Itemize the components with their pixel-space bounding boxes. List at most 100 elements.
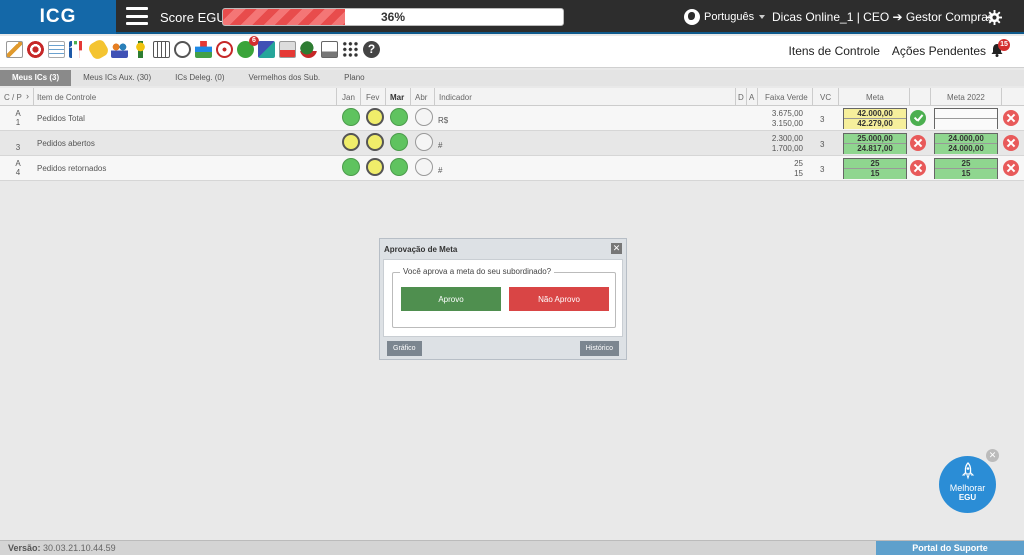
cp-top — [14, 134, 22, 143]
header-abr[interactable]: Abr — [415, 93, 427, 102]
help-icon[interactable]: ? — [363, 41, 380, 58]
history-button[interactable]: Histórico — [579, 341, 619, 356]
header-faixa[interactable]: Faixa Verde — [765, 93, 808, 102]
tab-meus-ics[interactable]: Meus ICs (3) — [0, 70, 72, 86]
header-vc[interactable]: VC — [820, 93, 831, 102]
meta-box[interactable]: 42.000,00 42.279,00 — [843, 108, 907, 129]
link-icon[interactable] — [86, 37, 111, 62]
blocks-icon[interactable] — [195, 41, 212, 58]
meta-box[interactable]: 25 15 — [843, 158, 907, 179]
cp-cell: A4 — [14, 159, 22, 177]
meta2022-value-1 — [935, 109, 997, 119]
table-row[interactable]: 3 Pedidos abertos # 2.300,00 1.700,00 3 2… — [0, 131, 1024, 156]
check-tasks-icon[interactable]: 6 — [237, 36, 259, 58]
cp-bottom: 3 — [15, 143, 21, 152]
close-circle-icon[interactable] — [1003, 160, 1019, 176]
close-circle-icon[interactable] — [910, 135, 926, 151]
check-circle-icon[interactable] — [910, 110, 926, 126]
grid-icon[interactable] — [342, 41, 359, 58]
status-mar[interactable] — [390, 133, 408, 151]
close-icon[interactable]: ✕ — [611, 243, 622, 254]
status-jan[interactable] — [342, 133, 360, 151]
control-items-table: C / P › Item de Controle Jan Fev Mar Abr… — [0, 88, 1024, 181]
tab-ics-deleg[interactable]: ICs Deleg. (0) — [163, 70, 236, 86]
target-icon[interactable] — [27, 41, 44, 58]
status-abr[interactable] — [415, 133, 433, 151]
vc-value: 3 — [820, 140, 825, 149]
meta2022-box[interactable]: 24.000,00 24.000,00 — [934, 133, 998, 154]
improve-egu-button[interactable]: Melhorar EGU — [939, 456, 996, 513]
status-mar[interactable] — [390, 158, 408, 176]
faixa-low: 15 — [794, 169, 803, 178]
close-icon[interactable]: ✕ — [986, 449, 999, 462]
close-circle-icon[interactable] — [1003, 135, 1019, 151]
caret-down-icon[interactable] — [759, 15, 765, 19]
gear-icon[interactable] — [987, 10, 1002, 25]
link-acoes-pendentes[interactable]: Ações Pendentes — [892, 44, 986, 58]
stopwatch-icon[interactable] — [174, 41, 191, 58]
tab-vermelhos-sub[interactable]: Vermelhos dos Sub. — [237, 70, 333, 86]
clipboard-icon[interactable] — [48, 41, 65, 58]
meta2022-box[interactable] — [934, 108, 998, 129]
table-row[interactable]: A1 Pedidos Total R$ 3.675,00 3.150,00 3 4… — [0, 106, 1024, 131]
status-fev[interactable] — [366, 158, 384, 176]
header-mar[interactable]: Mar — [390, 93, 404, 102]
status-fev[interactable] — [366, 108, 384, 126]
meta2022-value-2 — [935, 119, 997, 129]
column-divider — [360, 88, 361, 105]
status-fev[interactable] — [366, 133, 384, 151]
status-abr[interactable] — [415, 158, 433, 176]
sort-caret-icon[interactable]: › — [26, 91, 29, 101]
header-a[interactable]: A — [749, 93, 754, 102]
chart-button[interactable]: Gráfico — [387, 341, 422, 356]
table-row[interactable]: A4 Pedidos retornados # 25 15 3 25 15 25 15 — [0, 156, 1024, 181]
table-header: C / P › Item de Controle Jan Fev Mar Abr… — [0, 88, 1024, 106]
column-divider — [1001, 88, 1002, 105]
close-circle-icon[interactable] — [910, 160, 926, 176]
user-role[interactable]: Dicas Online_1 | CEO ➔ Gestor Compras — [772, 10, 994, 24]
menu-icon[interactable] — [126, 7, 148, 25]
item-name[interactable]: Pedidos Total — [37, 114, 85, 123]
calendar-icon[interactable] — [153, 41, 170, 58]
meta2022-box[interactable]: 25 15 — [934, 158, 998, 179]
version-info: Versão: 30.03.21.10.44.59 — [8, 543, 116, 553]
header-cp[interactable]: C / P — [4, 93, 22, 102]
tab-plano[interactable]: Plano — [332, 70, 376, 86]
cp-bottom: 4 — [15, 168, 21, 177]
edit-icon[interactable] — [6, 41, 23, 58]
header-meta[interactable]: Meta — [866, 93, 884, 102]
status-abr[interactable] — [415, 108, 433, 126]
meta-value-2: 15 — [844, 169, 906, 179]
meta-box[interactable]: 25.000,00 24.817,00 — [843, 133, 907, 154]
header-item[interactable]: Item de Controle — [37, 93, 96, 102]
support-portal-link[interactable]: Portal do Suporte — [876, 541, 1024, 555]
item-name[interactable]: Pedidos abertos — [37, 139, 95, 148]
crosshair-icon[interactable] — [216, 41, 233, 58]
award-icon[interactable] — [132, 41, 149, 58]
cp-cell: 3 — [14, 134, 22, 152]
item-name[interactable]: Pedidos retornados — [37, 164, 106, 173]
bar-chart-icon[interactable] — [69, 41, 86, 58]
header-jan[interactable]: Jan — [342, 93, 355, 102]
header-meta2022[interactable]: Meta 2022 — [947, 93, 985, 102]
status-jan[interactable] — [342, 158, 360, 176]
meta-value-2: 42.279,00 — [844, 119, 906, 129]
approve-button[interactable]: Aprovo — [401, 287, 501, 311]
pdf-icon[interactable] — [279, 41, 296, 58]
header-indicador[interactable]: Indicador — [439, 93, 472, 102]
puzzle-icon[interactable] — [258, 41, 275, 58]
meta2022-value-2: 15 — [935, 169, 997, 179]
presentation-icon[interactable] — [321, 41, 338, 58]
tab-meus-ics-aux[interactable]: Meus ICs Aux. (30) — [71, 70, 163, 86]
close-circle-icon[interactable] — [1003, 110, 1019, 126]
team-icon[interactable] — [111, 41, 128, 58]
pdf-check-icon[interactable] — [300, 41, 317, 58]
status-mar[interactable] — [390, 108, 408, 126]
header-fev[interactable]: Fev — [366, 93, 379, 102]
logo[interactable]: ICG — [0, 0, 116, 34]
header-d[interactable]: D — [738, 93, 744, 102]
language-selector[interactable]: Português — [684, 9, 754, 25]
reject-button[interactable]: Não Aprovo — [509, 287, 609, 311]
link-itens-de-controle[interactable]: Itens de Controle — [789, 44, 880, 58]
status-jan[interactable] — [342, 108, 360, 126]
